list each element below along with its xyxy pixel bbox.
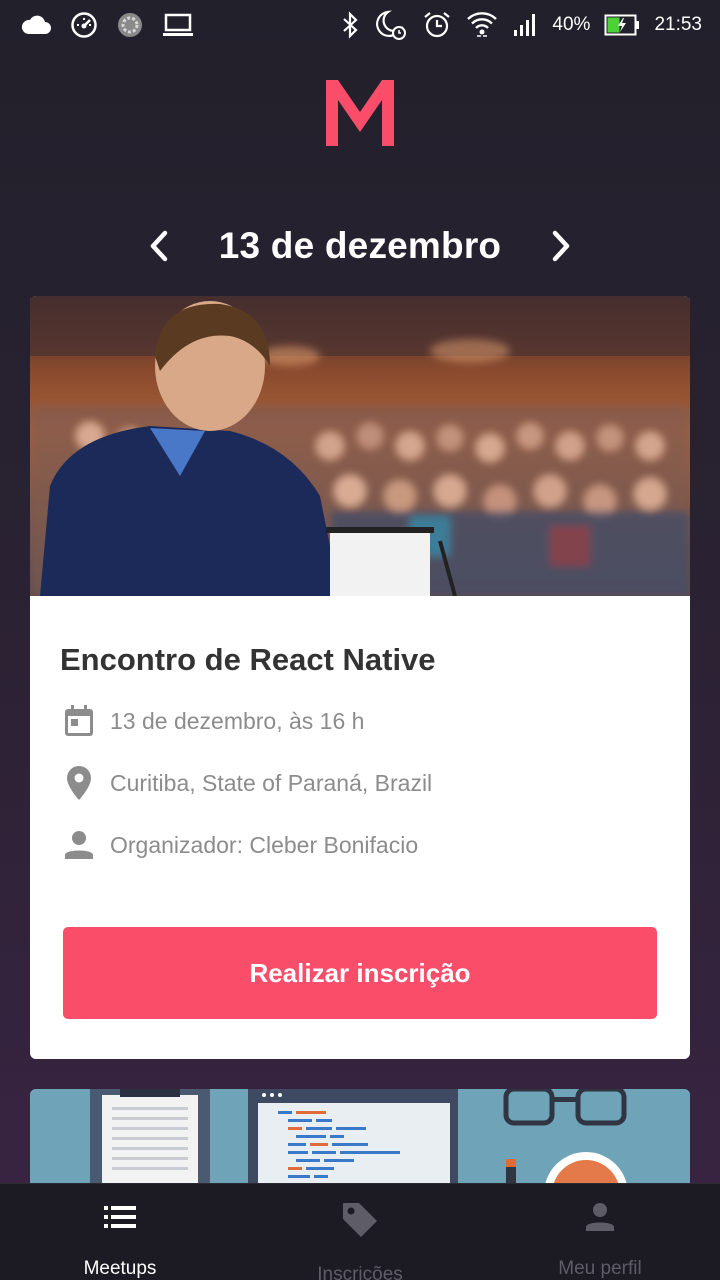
signal-icon [512,12,538,38]
status-bar: 40% 21:53 [0,0,720,50]
bottom-tab-bar: Meetups Inscrições Meu perfil [0,1183,720,1280]
chevron-right-icon [552,230,570,262]
meetup-date-text: 13 de dezembro, às 16 h [110,707,365,734]
meetup-details: Encontro de React Native 13 de dezembro,… [30,596,690,864]
status-bar-left [20,11,194,39]
chevron-left-icon [150,230,168,262]
next-date-button[interactable] [547,226,575,266]
location-pin-icon [62,764,96,802]
meetup-banner-image [30,296,690,596]
bluetooth-icon [340,11,360,39]
status-time: 21:53 [654,14,702,35]
meetup-date-row: 13 de dezembro, às 16 h [62,702,658,740]
status-bar-right: 40% 21:53 [340,9,702,41]
subscribe-button[interactable]: Realizar inscrição [63,927,657,1019]
alarm-icon [422,10,452,40]
tab-inscricoes-label: Inscrições [317,1264,403,1280]
cloud-icon [20,14,52,36]
next-meetup-banner-image [30,1089,690,1184]
tab-inscricoes[interactable]: Inscrições [240,1184,480,1280]
moon-alarm-icon [374,9,408,41]
next-meetup-card[interactable] [30,1089,690,1184]
list-icon [104,1202,136,1232]
date-navigation: 13 de dezembro [0,218,720,274]
meetup-organizer-text: Organizador: Cleber Bonifacio [110,831,419,858]
speedometer-icon [70,11,98,39]
tab-meetups-label: Meetups [83,1258,157,1279]
current-date: 13 de dezembro [218,225,502,266]
laptop-icon [162,13,194,37]
wifi-icon [466,10,498,40]
person-icon [62,826,96,864]
meetup-organizer-row: Organizador: Cleber Bonifacio [62,826,658,864]
sync-icon [116,11,144,39]
app-logo [322,76,398,148]
tab-meetups[interactable]: Meetups [0,1184,240,1280]
tab-meu-perfil-label: Meu perfil [558,1258,642,1279]
meetup-card: Encontro de React Native 13 de dezembro,… [30,296,690,1059]
meetup-title: Encontro de React Native [60,642,436,677]
meetup-location-text: Curitiba, State of Paraná, Brazil [110,769,433,796]
battery-percent: 40% [552,14,591,35]
tab-meu-perfil[interactable]: Meu perfil [480,1184,720,1280]
battery-icon [604,14,640,36]
calendar-icon [62,702,96,740]
person-icon [585,1202,615,1232]
meetup-location-row: Curitiba, State of Paraná, Brazil [62,764,658,802]
previous-date-button[interactable] [145,226,173,266]
tag-icon [341,1202,379,1238]
